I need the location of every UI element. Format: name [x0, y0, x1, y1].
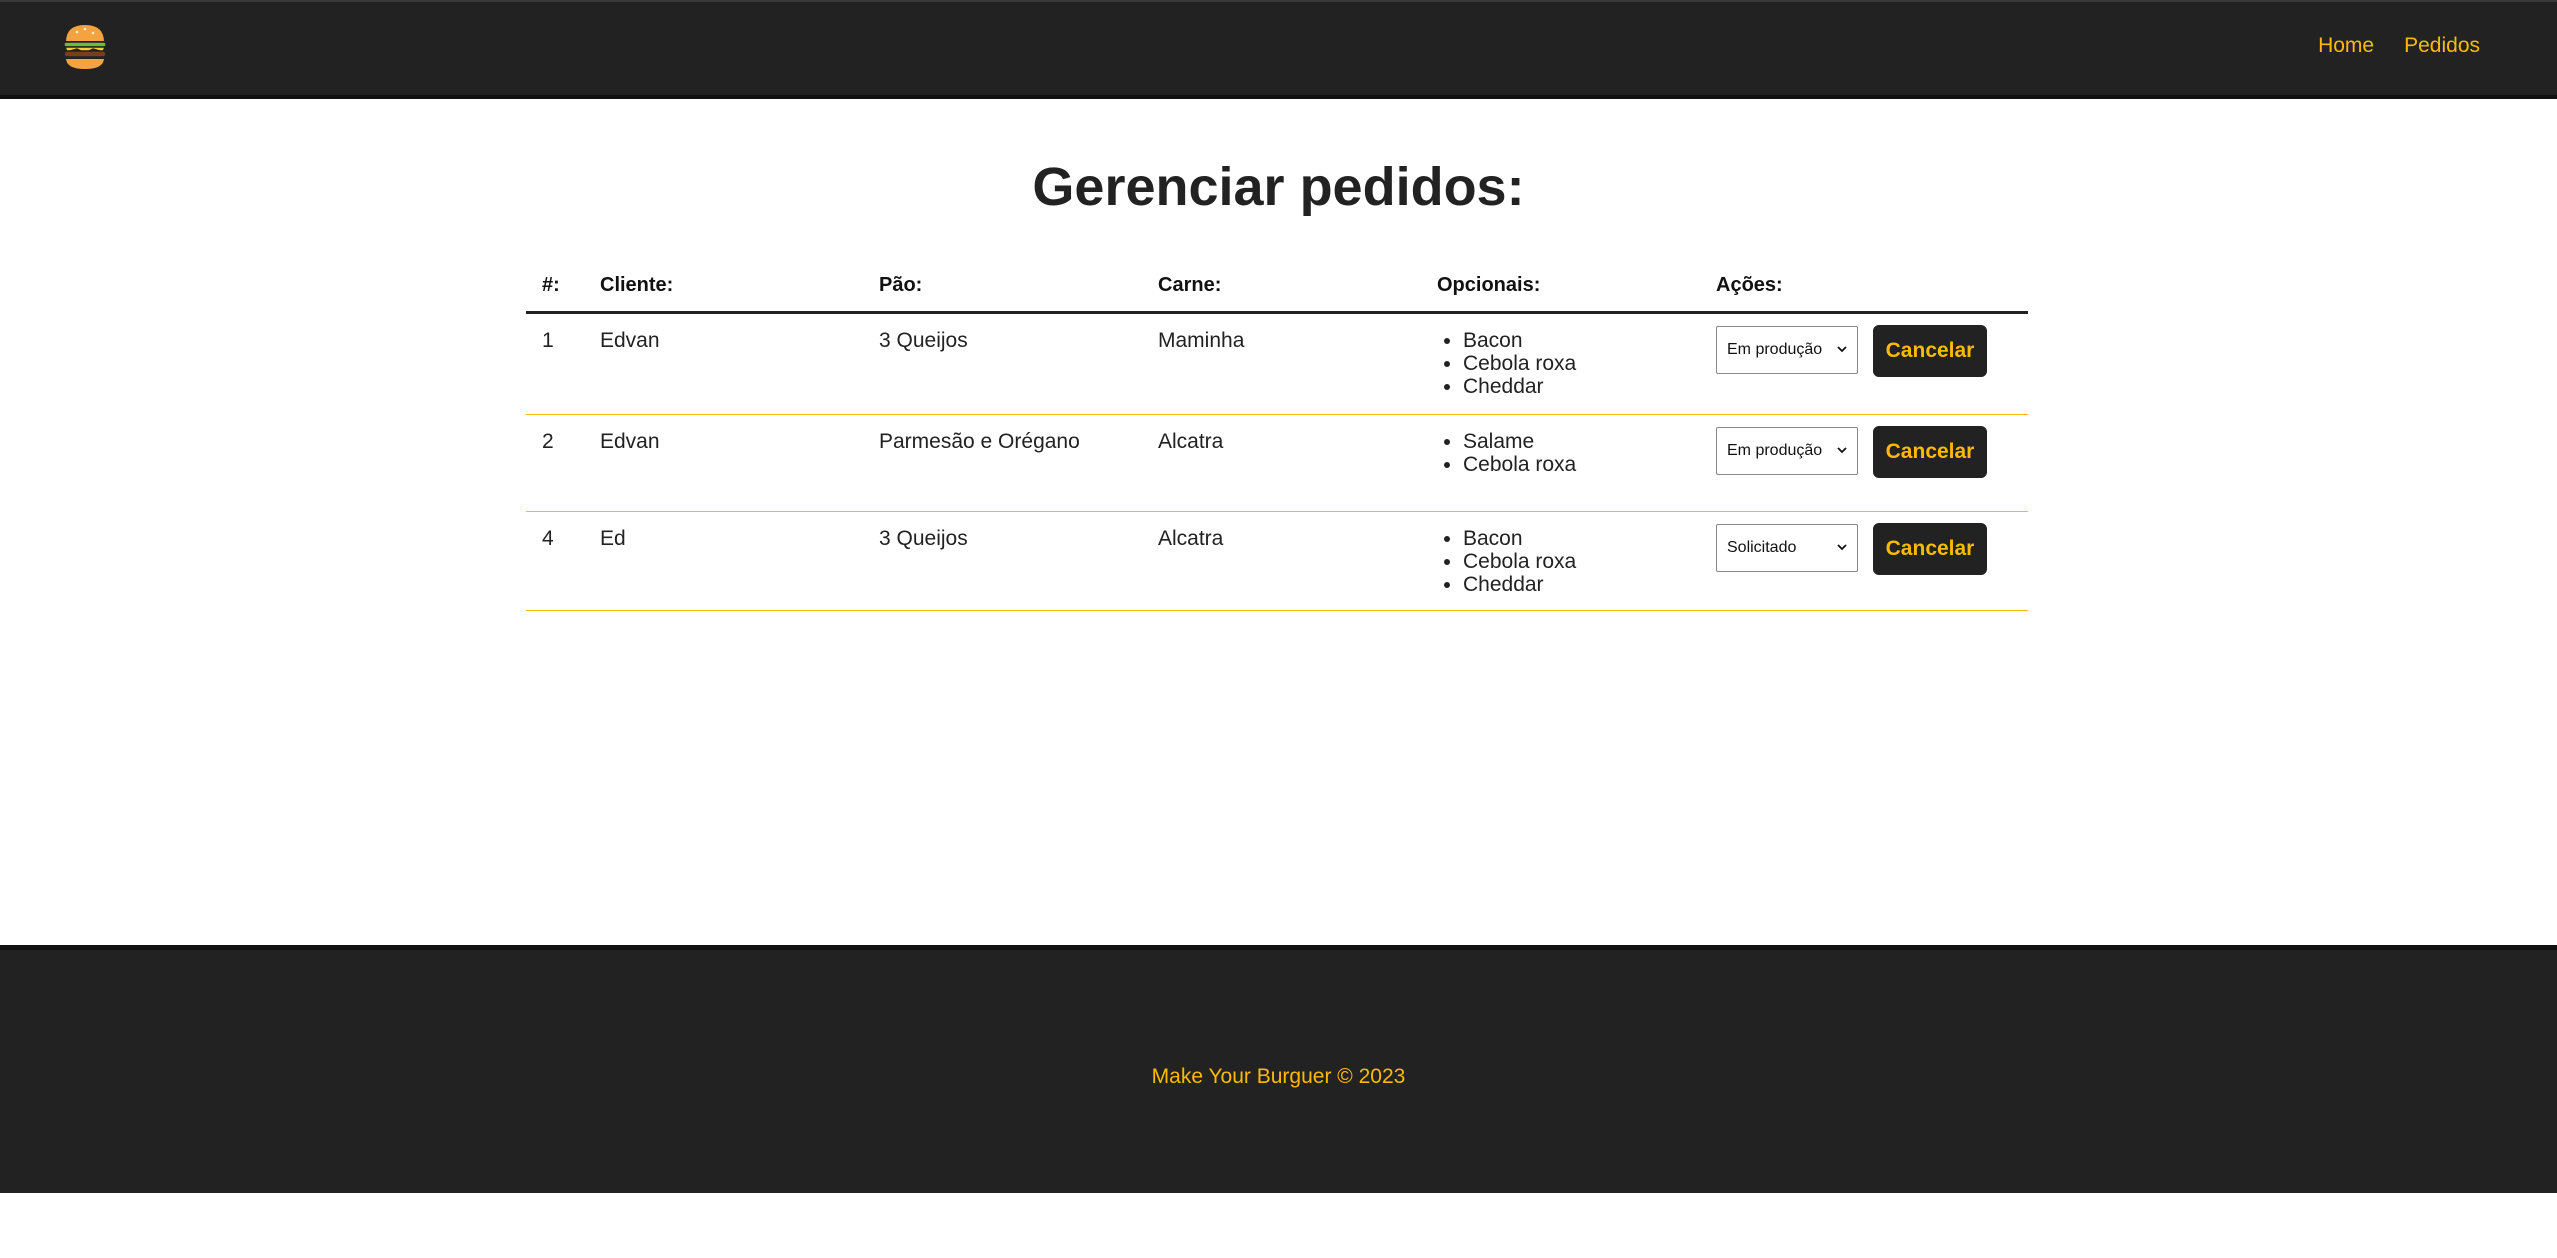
chevron-down-icon	[1837, 544, 1847, 551]
order-cliente: Ed	[600, 527, 626, 550]
table-header-row: #: Cliente: Pão: Carne: Opcionais: Ações…	[526, 264, 2028, 314]
navbar: Home Pedidos	[0, 0, 2557, 99]
status-select[interactable]: Em produção	[1716, 326, 1858, 374]
cancel-button[interactable]: Cancelar	[1873, 426, 1987, 478]
opcional-item: Cebola roxa	[1463, 550, 1716, 573]
opcional-item: Salame	[1463, 430, 1716, 453]
order-acoes: Solicitado Cancelar	[1716, 512, 2028, 610]
order-carne: Alcatra	[1158, 527, 1224, 550]
opcionais-list: Bacon Cebola roxa Cheddar	[1437, 329, 1716, 398]
status-value: Em produção	[1727, 341, 1823, 358]
status-select[interactable]: Em produção	[1716, 427, 1858, 475]
header-cliente: Cliente:	[600, 274, 674, 296]
chevron-down-icon	[1837, 447, 1847, 454]
header-carne: Carne:	[1158, 274, 1222, 296]
page-title: Gerenciar pedidos:	[1032, 157, 1525, 217]
status-value: Em produção	[1727, 442, 1823, 459]
order-opcionais: Bacon Cebola roxa Cheddar	[1437, 512, 1716, 610]
opcional-item: Cebola roxa	[1463, 453, 1716, 476]
nav-links: Home Pedidos	[2318, 34, 2480, 58]
opcionais-list: Salame Cebola roxa	[1437, 430, 1716, 476]
order-id: 4	[542, 527, 554, 550]
nav-link-pedidos[interactable]: Pedidos	[2404, 34, 2480, 58]
order-cliente: Edvan	[600, 329, 660, 352]
status-value: Solicitado	[1727, 539, 1797, 556]
order-pao: 3 Queijos	[879, 329, 968, 352]
order-id: 2	[542, 430, 554, 453]
order-acoes: Em produção Cancelar	[1716, 415, 2028, 511]
order-acoes: Em produção Cancelar	[1716, 314, 2028, 414]
opcional-item: Cheddar	[1463, 375, 1716, 398]
footer: Make Your Burguer © 2023	[0, 945, 2557, 1193]
order-carne: Maminha	[1158, 329, 1245, 352]
order-opcionais: Bacon Cebola roxa Cheddar	[1437, 314, 1716, 414]
header-pao: Pão:	[879, 274, 923, 296]
order-opcionais: Salame Cebola roxa	[1437, 415, 1716, 511]
opcional-item: Cebola roxa	[1463, 352, 1716, 375]
orders-table: #: Cliente: Pão: Carne: Opcionais: Ações…	[526, 264, 2028, 611]
header-id: #:	[542, 274, 560, 296]
order-pao: Parmesão e Orégano	[879, 430, 1080, 453]
nav-link-home[interactable]: Home	[2318, 34, 2374, 58]
order-pao: 3 Queijos	[879, 527, 968, 550]
cancel-button[interactable]: Cancelar	[1873, 523, 1987, 575]
footer-copyright: Make Your Burguer © 2023	[1151, 1064, 1406, 1088]
chevron-down-icon	[1837, 346, 1847, 353]
order-carne: Alcatra	[1158, 430, 1224, 453]
opcionais-list: Bacon Cebola roxa Cheddar	[1437, 527, 1716, 596]
opcional-item: Bacon	[1463, 329, 1716, 352]
opcional-item: Bacon	[1463, 527, 1716, 550]
burger-logo-icon[interactable]	[59, 20, 111, 74]
header-opcionais: Opcionais:	[1437, 274, 1541, 296]
order-id: 1	[542, 329, 554, 352]
order-cliente: Edvan	[600, 430, 660, 453]
table-row: 1 Edvan 3 Queijos Maminha Bacon Cebola r…	[526, 314, 2028, 415]
cancel-button[interactable]: Cancelar	[1873, 325, 1987, 377]
header-acoes: Ações:	[1716, 274, 1783, 296]
table-row: 4 Ed 3 Queijos Alcatra Bacon Cebola roxa…	[526, 512, 2028, 611]
table-row: 2 Edvan Parmesão e Orégano Alcatra Salam…	[526, 415, 2028, 512]
opcional-item: Cheddar	[1463, 573, 1716, 596]
status-select[interactable]: Solicitado	[1716, 524, 1858, 572]
